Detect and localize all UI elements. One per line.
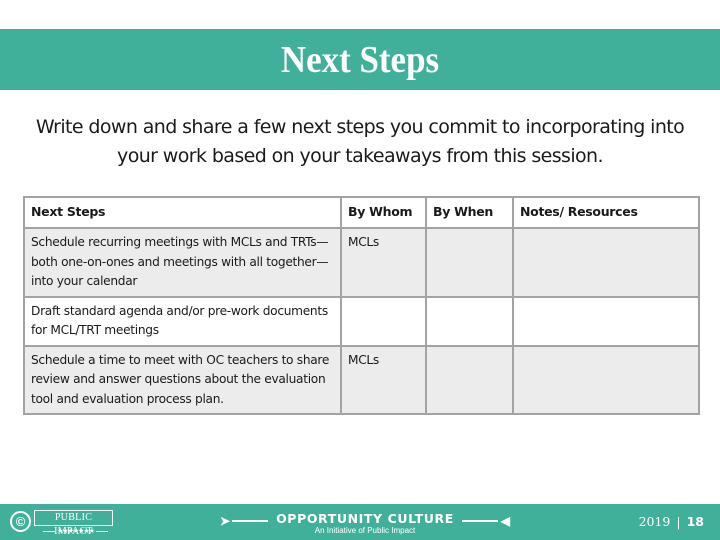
cell-step[interactable]: Schedule a time to meet with OC teachers… <box>23 344 342 415</box>
table-row: Schedule a time to meet with OC teachers… <box>23 344 700 415</box>
cell-by-when[interactable] <box>425 344 514 415</box>
year-label: 2019 <box>638 514 671 529</box>
cell-step[interactable]: Draft standard agenda and/or pre-work do… <box>23 295 342 347</box>
cell-step[interactable]: Schedule recurring meetings with MCLs an… <box>23 227 342 298</box>
header-next-steps: Next Steps <box>23 196 342 229</box>
page-number: 18 <box>686 514 704 529</box>
slide-instructions: Write down and share a few next steps yo… <box>35 116 685 167</box>
page-info: 2019 | 18 <box>639 513 704 531</box>
stars-text: ★★★★★★★ <box>57 528 95 535</box>
cell-notes[interactable] <box>512 227 700 298</box>
cell-notes[interactable] <box>512 344 700 415</box>
header-notes-resources: Notes/ Resources <box>512 196 700 229</box>
separator: | <box>676 514 681 529</box>
table-header-row: Next Steps By Whom By When Notes/ Resour… <box>23 196 700 229</box>
cell-by-whom[interactable]: MCLs <box>340 227 427 298</box>
opportunity-culture-logo: ➤ OPPORTUNITY CULTURE ◀ An Initiative of… <box>220 510 510 538</box>
cell-by-when[interactable] <box>425 295 514 347</box>
table-row: Draft standard agenda and/or pre-work do… <box>23 295 700 347</box>
footer-bar: © PUBLIC IMPACT ★★★★★★★ ➤ OPPORTUNITY CU… <box>0 504 720 540</box>
public-impact-logo: PUBLIC IMPACT <box>34 510 113 537</box>
logo-line-right <box>462 520 498 522</box>
cell-notes[interactable] <box>512 295 700 347</box>
header-by-whom: By Whom <box>340 196 427 229</box>
next-steps-table: Next Steps By Whom By When Notes/ Resour… <box>23 196 700 415</box>
table-row: Schedule recurring meetings with MCLs an… <box>23 227 700 298</box>
cell-by-whom[interactable] <box>340 295 427 347</box>
opportunity-culture-subtitle: An Initiative of Public Impact <box>314 526 416 535</box>
copyright-icon: © <box>10 511 31 532</box>
header-by-when: By When <box>425 196 514 229</box>
public-impact-stars-icon: ★★★★★★★ <box>38 527 113 537</box>
cell-by-when[interactable] <box>425 227 514 298</box>
opportunity-culture-title: OPPORTUNITY CULTURE <box>276 511 454 526</box>
cell-by-whom[interactable]: MCLs <box>340 344 427 415</box>
slide-title: Next Steps <box>280 39 440 81</box>
logo-line-left <box>232 520 268 522</box>
